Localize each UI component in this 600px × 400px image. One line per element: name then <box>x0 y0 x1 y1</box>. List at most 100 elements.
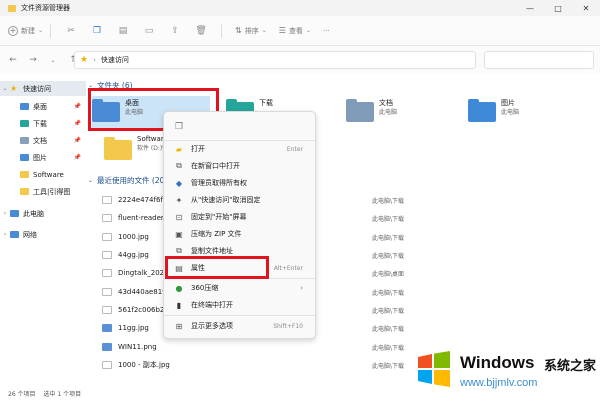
sidebar-item-documents[interactable]: 文档 📌 <box>0 133 86 148</box>
menu-item-pin-start[interactable]: ⊡ 固定到"开始"屏幕 <box>166 209 313 225</box>
new-button[interactable]: + 新建 ⌄ <box>8 25 44 36</box>
new-label: 新建 <box>21 26 35 35</box>
folder-tile-documents[interactable]: 文档 此电脑 <box>346 99 446 129</box>
sidebar-item-desktop[interactable]: 桌面 📌 <box>0 99 86 114</box>
menu-item-label: 打开 <box>191 145 205 153</box>
navigation-pane: ⌄ ★ 快速访问 桌面 📌 下载 📌 文档 📌 图片 📌 Software 工具… <box>0 74 86 386</box>
folder-tile-pictures[interactable]: 图片 此电脑 <box>468 99 568 129</box>
sidebar-item-label: 文档 <box>33 136 47 145</box>
forward-arrow-icon[interactable]: → <box>26 53 40 67</box>
watermark: Windows 系统之家 www.bjjmlv.com <box>412 345 600 400</box>
paste-icon[interactable]: ▤ <box>116 24 130 38</box>
menu-item-unpin-quick-access[interactable]: ✦ 从"快速访问"取消固定 <box>166 192 313 208</box>
sidebar-item-label: 下载 <box>33 119 47 128</box>
minimize-button[interactable]: — <box>516 0 544 16</box>
file-location: 此电脑\下载 <box>372 215 405 223</box>
star-icon: ★ <box>10 84 18 93</box>
sidebar-item-quick-access[interactable]: ⌄ ★ 快速访问 <box>0 81 86 96</box>
more-button[interactable]: ··· <box>323 27 330 35</box>
chevron-down-icon: ⌄ <box>38 27 44 34</box>
download-icon <box>20 120 29 127</box>
sidebar-item-pictures[interactable]: 图片 📌 <box>0 150 86 165</box>
share-icon[interactable]: ⇪ <box>168 24 182 38</box>
sidebar-item-label: Software <box>33 170 64 179</box>
sort-button[interactable]: ⇅ 排序 ⌄ <box>235 26 267 36</box>
file-location: 此电脑\下载 <box>372 307 405 315</box>
chevron-down-icon: ⌄ <box>88 177 94 184</box>
menu-item-compress-zip[interactable]: ▣ 压缩为 ZIP 文件 <box>166 226 313 242</box>
file-location: 此电脑\下载 <box>372 234 405 242</box>
menu-item-open[interactable]: ▰ 打开 Enter <box>166 141 313 157</box>
file-icon <box>102 196 112 204</box>
item-count: 26 个项目 <box>8 390 36 398</box>
sidebar-item-downloads[interactable]: 下载 📌 <box>0 116 86 131</box>
view-label: 查看 <box>288 26 303 35</box>
chevron-down-icon: ⌄ <box>305 27 311 34</box>
file-icon <box>102 251 112 259</box>
file-explorer-icon <box>8 4 16 12</box>
folder-name: 图片 <box>501 99 515 107</box>
menu-item-open-new-window[interactable]: ⧉ 在新窗口中打开 <box>166 158 313 174</box>
image-file-icon <box>102 324 112 332</box>
folder-name: 下载 <box>259 99 273 107</box>
address-bar[interactable]: ★ › 快速访问 <box>74 51 476 69</box>
sidebar-item-tools[interactable]: 工具|引得图 <box>0 184 86 199</box>
copy-icon[interactable]: ❐ <box>170 118 188 136</box>
document-icon <box>20 137 29 144</box>
address-row: ← → ⌄ ↑ ★ › 快速访问 <box>0 46 600 74</box>
file-name: 1000 - 副本.jpg <box>118 361 170 369</box>
menu-item-shortcut: Shift+F10 <box>273 322 303 330</box>
menu-item-label: 从"快速访问"取消固定 <box>191 196 261 204</box>
pin-start-icon: ⊡ <box>175 212 183 222</box>
sidebar-item-this-pc[interactable]: › 此电脑 <box>0 206 86 221</box>
file-icon <box>102 214 112 222</box>
desktop-icon <box>20 103 29 110</box>
copy-icon[interactable]: ❐ <box>90 24 104 38</box>
sidebar-item-network[interactable]: › 网络 <box>0 227 86 242</box>
close-button[interactable]: ✕ <box>572 0 600 16</box>
folder-location: 此电脑 <box>379 109 398 116</box>
sidebar-item-label: 图片 <box>33 153 47 162</box>
menu-item-360-compress[interactable]: ● 360压缩 › <box>166 280 313 296</box>
menu-item-show-more-options[interactable]: ⊞ 显示更多选项 Shift+F10 <box>166 318 313 334</box>
toolbar-divider <box>221 23 223 38</box>
delete-icon[interactable]: 🗑 <box>194 24 208 38</box>
folder-icon <box>20 171 29 178</box>
menu-item-label: 显示更多选项 <box>191 322 233 330</box>
chevron-down-icon: ⌄ <box>2 85 8 92</box>
menu-item-label: 压缩为 ZIP 文件 <box>191 230 242 238</box>
view-button[interactable]: ☰ 查看 ⌄ <box>279 26 311 36</box>
file-name: 1000.jpg <box>118 233 149 241</box>
recent-section-header[interactable]: ⌄ 最近使用的文件 (20 <box>88 175 164 186</box>
network-icon <box>10 231 19 238</box>
menu-item-label: 固定到"开始"屏幕 <box>191 213 247 221</box>
360-icon: ● <box>175 283 183 293</box>
back-arrow-icon[interactable]: ← <box>6 53 20 67</box>
file-icon <box>102 288 112 296</box>
menu-item-take-ownership[interactable]: ◆ 管理员取得所有权 <box>166 175 313 191</box>
documents-folder-icon <box>346 99 374 122</box>
image-file-icon <box>102 343 112 351</box>
recent-locations-icon[interactable]: ⌄ <box>46 53 60 67</box>
menu-item-label: 在新窗口中打开 <box>191 162 240 170</box>
chevron-down-icon: ⌄ <box>261 27 267 34</box>
search-input[interactable] <box>484 51 594 69</box>
menu-item-open-terminal[interactable]: ▮ 在终端中打开 <box>166 297 313 313</box>
folder-icon <box>20 188 29 195</box>
file-location: 此电脑\下载 <box>372 344 405 352</box>
admin-icon: ◆ <box>175 178 183 188</box>
rename-icon[interactable]: ▭ <box>142 24 156 38</box>
maximize-button[interactable]: □ <box>544 0 572 16</box>
command-bar: + 新建 ⌄ ✂ ❐ ▤ ▭ ⇪ 🗑 ⇅ 排序 ⌄ ☰ 查看 ⌄ ··· <box>0 16 600 46</box>
cut-icon[interactable]: ✂ <box>64 24 78 38</box>
chevron-right-icon: › <box>3 231 7 238</box>
menu-item-label: 在终端中打开 <box>191 301 233 309</box>
toolbar-divider <box>50 23 52 38</box>
unpin-icon: ✦ <box>175 195 183 205</box>
pin-icon: 📌 <box>73 120 81 127</box>
computer-icon <box>10 210 19 217</box>
sidebar-item-label: 桌面 <box>33 102 47 111</box>
watermark-brand-cn: 系统之家 <box>544 359 597 374</box>
breadcrumb: 快速访问 <box>100 56 129 64</box>
sidebar-item-software[interactable]: Software <box>0 167 86 182</box>
